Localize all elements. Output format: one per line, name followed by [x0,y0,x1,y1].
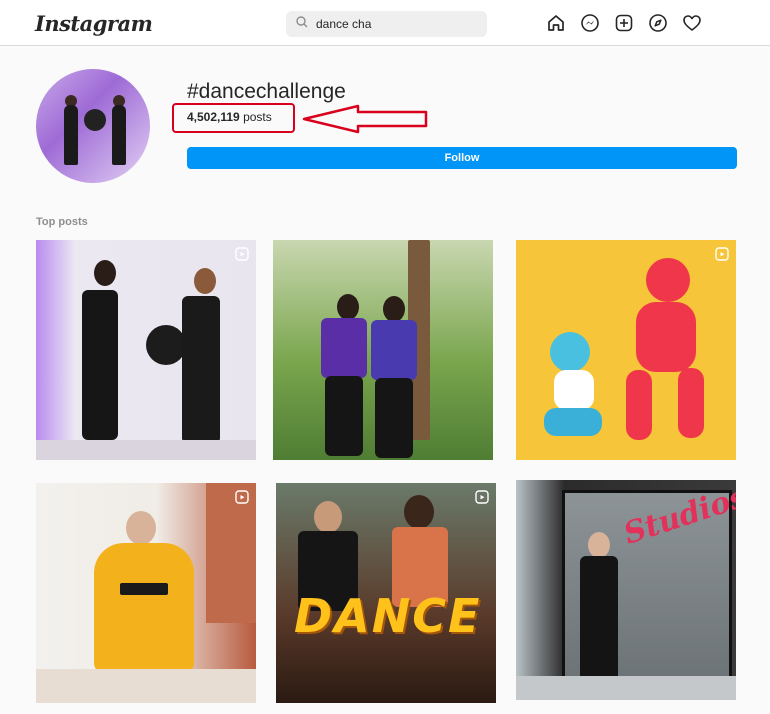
sofa [36,669,256,703]
avatar-person-body [112,105,126,165]
character-leg [678,368,704,438]
post-thumbnail[interactable] [516,240,736,460]
wall-logo-shape [146,325,186,365]
annotation-arrow [302,104,428,134]
home-icon[interactable] [545,12,567,34]
person-shirt [371,320,417,380]
reel-icon [235,490,249,509]
post-thumbnail[interactable] [36,483,256,703]
character-head [550,332,590,372]
person-body [182,296,220,444]
character-head [646,258,690,302]
avatar-person-body [64,105,78,165]
person-body [82,290,118,440]
post-thumbnail[interactable]: DANCE [276,483,496,703]
instagram-logo[interactable]: Instagram [35,11,153,36]
search-input[interactable] [316,17,476,31]
person-dress [94,543,194,673]
pavement [516,676,736,700]
nav-icons [545,12,703,34]
follow-button[interactable]: Follow [187,147,737,169]
avatar-logo-shape [84,109,106,131]
person-shirt [321,318,367,378]
person-pants [325,376,363,456]
post-thumbnail[interactable]: Studios [516,480,736,700]
top-posts-label: Top posts [36,216,88,228]
person-head [588,532,610,558]
post-thumbnail[interactable] [36,240,256,460]
character-body [636,302,696,372]
reel-icon [235,247,249,266]
person-head [337,294,359,320]
post-overlay-text: DANCE [294,589,482,643]
person-pants [375,378,413,458]
person-head [404,495,434,529]
floor [36,440,256,460]
character-legs [544,408,602,436]
explore-icon[interactable] [647,12,669,34]
character-body [554,370,594,410]
hashtag-avatar [36,69,150,183]
person-head [126,511,156,545]
person-head [94,260,116,286]
person-body [580,556,618,692]
search-box[interactable] [286,11,487,37]
hashtag-title: #dancechallenge [187,80,346,103]
character-leg [626,370,652,440]
search-icon [296,15,308,33]
person-head [194,268,216,294]
person-head [314,501,342,533]
post-thumbnail[interactable] [273,240,493,460]
chevron-down-icon[interactable]: ⌄ [118,14,127,27]
dress-belt [120,583,168,595]
new-post-icon[interactable] [613,12,635,34]
heart-icon[interactable] [681,12,703,34]
reel-icon [715,247,729,266]
person-head [383,296,405,322]
top-nav: Instagram ⌄ [0,0,770,46]
annotation-highlight-box [172,103,295,133]
messenger-icon[interactable] [579,12,601,34]
reel-icon [475,490,489,509]
